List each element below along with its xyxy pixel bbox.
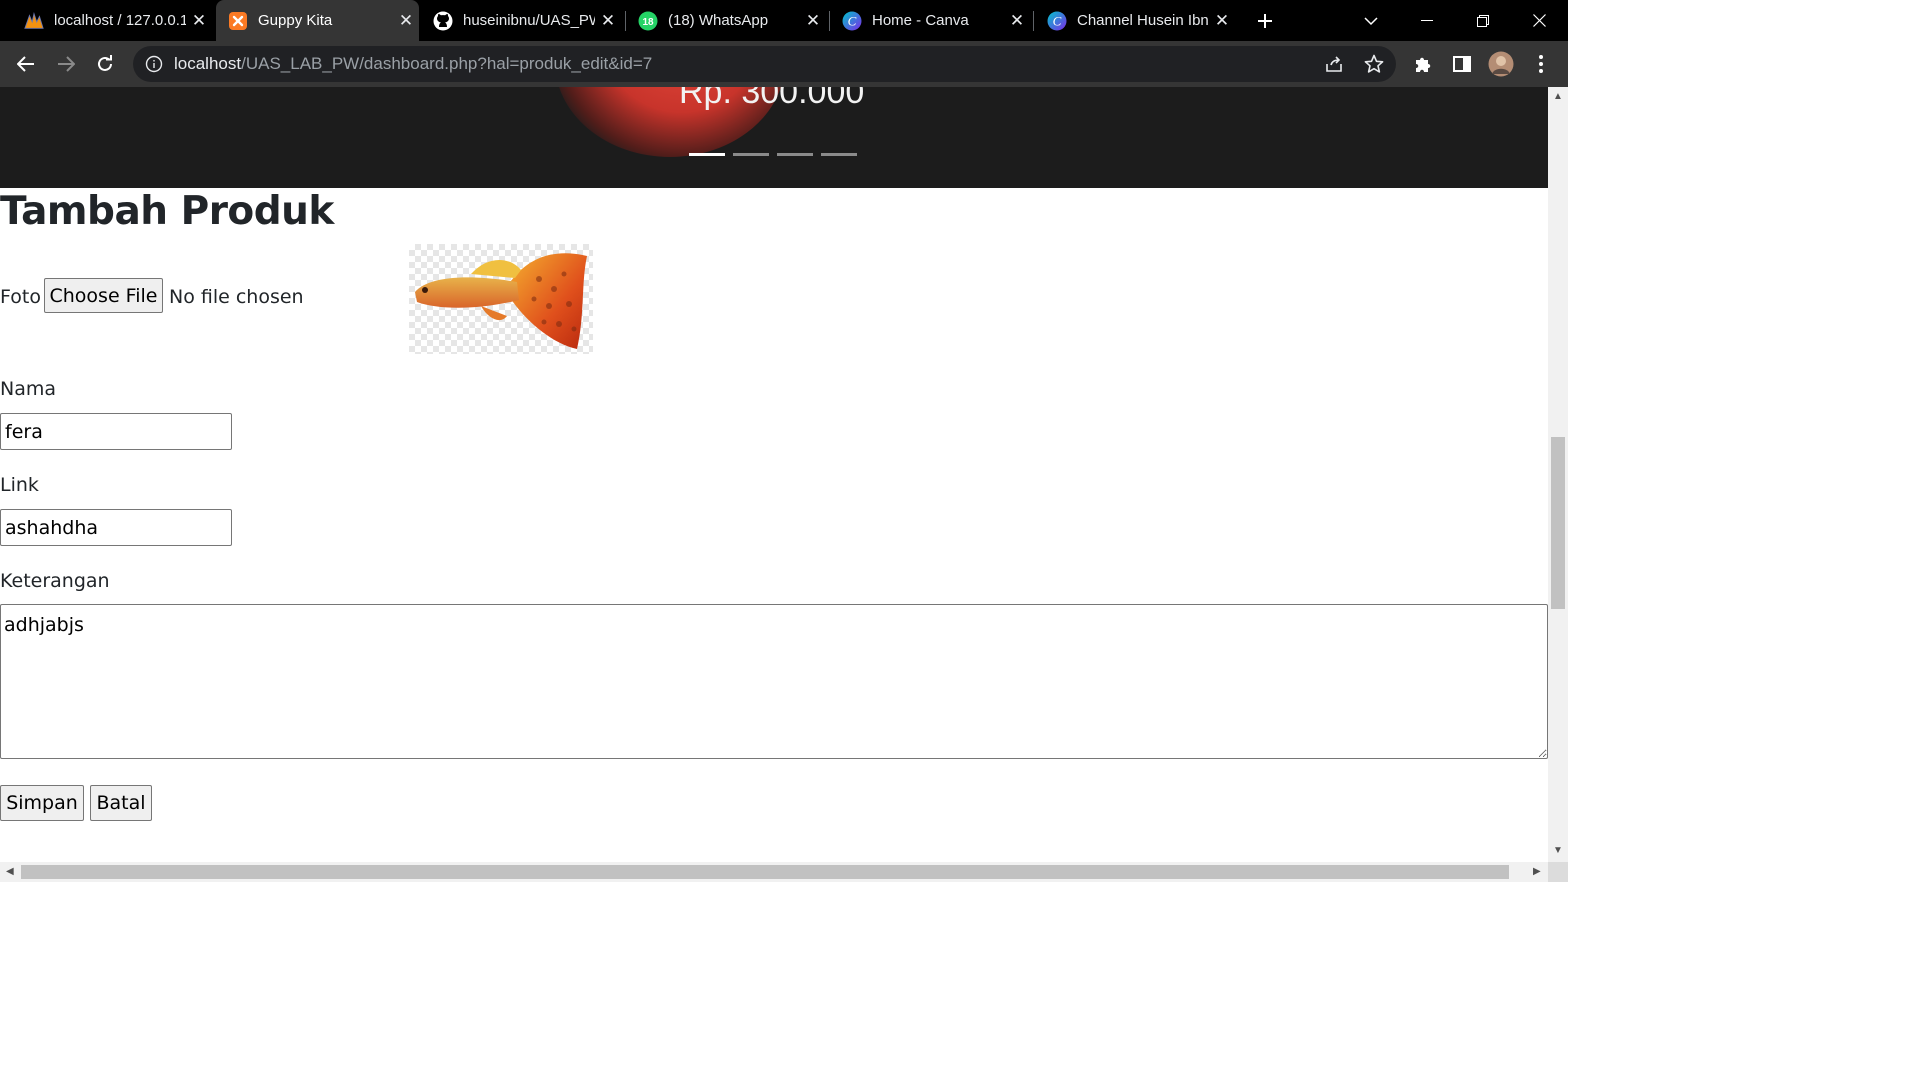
carousel-indicator-1[interactable] xyxy=(689,153,725,156)
close-icon[interactable]: ✕ xyxy=(800,11,826,31)
close-icon[interactable]: ✕ xyxy=(393,11,419,31)
canva-icon: C xyxy=(842,11,862,31)
tab-title: Guppy Kita xyxy=(258,12,333,29)
arrow-right-icon xyxy=(58,56,75,72)
svg-text:C: C xyxy=(1053,13,1062,28)
kebab-menu-icon xyxy=(1539,55,1543,73)
close-icon[interactable]: ✕ xyxy=(186,11,212,31)
keterangan-label: Keterangan xyxy=(0,570,110,592)
close-icon[interactable]: ✕ xyxy=(1004,11,1030,31)
page-title: Tambah Produk xyxy=(0,189,334,234)
carousel-indicator-4[interactable] xyxy=(821,153,857,156)
github-icon xyxy=(433,11,453,31)
extensions-button[interactable] xyxy=(1409,50,1437,78)
tab-phpmyadmin[interactable]: localhost / 127.0.0.1 ✕ xyxy=(12,0,212,41)
product-photo-preview xyxy=(409,244,593,354)
vertical-scroll-thumb[interactable] xyxy=(1551,437,1565,609)
arrow-left-icon xyxy=(17,56,34,72)
svg-text:18: 18 xyxy=(642,17,654,28)
save-button[interactable]: Simpan xyxy=(0,785,84,821)
choose-file-button[interactable]: Choose File xyxy=(44,278,163,313)
carousel-indicator-3[interactable] xyxy=(777,153,813,156)
reload-button[interactable] xyxy=(91,50,119,78)
svg-text:C: C xyxy=(848,13,857,28)
product-carousel: Rp. 300.000 xyxy=(0,87,1548,188)
chevron-down-icon xyxy=(1364,16,1378,25)
reload-icon xyxy=(98,55,112,71)
tab-github[interactable]: huseinibnu/UAS_PW ✕ xyxy=(421,0,621,41)
minimize-button[interactable] xyxy=(1404,0,1450,41)
foto-label: Foto xyxy=(0,286,41,308)
horizontal-scrollbar[interactable]: ◀ ▶ xyxy=(0,862,1548,882)
tab-canva-channel[interactable]: C Channel Husein Ibnu ✕ xyxy=(1035,0,1235,41)
horizontal-scroll-thumb[interactable] xyxy=(21,865,1509,879)
browser-toolbar: localhost/UAS_LAB_PW/dashboard.php?hal=p… xyxy=(0,41,1568,87)
forward-button[interactable] xyxy=(52,50,80,78)
share-icon[interactable] xyxy=(1324,54,1344,79)
new-tab-button[interactable] xyxy=(1252,8,1278,34)
close-icon[interactable]: ✕ xyxy=(595,11,621,31)
carousel-price: Rp. 300.000 xyxy=(679,87,865,111)
tab-search-button[interactable] xyxy=(1348,0,1394,41)
tab-title: Channel Husein Ibnu xyxy=(1077,12,1209,29)
tab-title: Home - Canva xyxy=(872,12,969,29)
side-panel-icon xyxy=(1453,56,1471,72)
cancel-button[interactable]: Batal xyxy=(90,785,152,821)
tab-canva-home[interactable]: C Home - Canva ✕ xyxy=(830,0,1030,41)
phpmyadmin-icon xyxy=(24,11,44,31)
bookmark-star-icon[interactable] xyxy=(1364,54,1384,79)
restore-button[interactable] xyxy=(1460,0,1506,41)
whatsapp-icon: 18 xyxy=(638,11,658,31)
vertical-scrollbar[interactable]: ▲ ▼ xyxy=(1548,87,1568,862)
puzzle-icon xyxy=(1416,57,1431,72)
address-bar[interactable]: localhost/UAS_LAB_PW/dashboard.php?hal=p… xyxy=(133,46,1396,82)
link-label: Link xyxy=(0,474,39,496)
close-window-button[interactable] xyxy=(1516,0,1562,41)
scroll-up-arrow[interactable]: ▲ xyxy=(1553,91,1563,102)
url-text: localhost/UAS_LAB_PW/dashboard.php?hal=p… xyxy=(174,54,653,73)
page-viewport: Rp. 300.000 Tambah Produk Foto Choose Fi… xyxy=(0,87,1548,862)
canva-icon: C xyxy=(1047,11,1067,31)
scroll-left-arrow[interactable]: ◀ xyxy=(6,866,14,877)
tab-strip: localhost / 127.0.0.1 ✕ Guppy Kita ✕ hus… xyxy=(0,0,1568,41)
back-button[interactable] xyxy=(12,50,40,78)
nama-label: Nama xyxy=(0,378,57,400)
tab-guppy-kita[interactable]: Guppy Kita ✕ xyxy=(216,0,419,41)
file-status: No file chosen xyxy=(169,286,304,308)
avatar-icon xyxy=(1488,51,1514,77)
tab-title: huseinibnu/UAS_PW xyxy=(463,12,595,29)
close-icon[interactable]: ✕ xyxy=(1209,11,1235,31)
info-icon[interactable] xyxy=(145,55,163,78)
profile-avatar[interactable] xyxy=(1487,50,1515,78)
link-input[interactable] xyxy=(0,509,232,546)
nama-input[interactable] xyxy=(0,413,232,450)
tab-separator xyxy=(1033,11,1034,31)
xampp-icon xyxy=(228,11,248,31)
tab-title: (18) WhatsApp xyxy=(668,12,769,29)
scroll-right-arrow[interactable]: ▶ xyxy=(1533,866,1541,877)
keterangan-textarea[interactable]: adhjabjs xyxy=(0,604,1548,759)
tab-whatsapp[interactable]: 18 (18) WhatsApp ✕ xyxy=(626,0,826,41)
menu-button[interactable] xyxy=(1527,50,1555,78)
tab-title: localhost / 127.0.0.1 xyxy=(54,12,186,29)
scroll-down-arrow[interactable]: ▼ xyxy=(1553,845,1563,856)
side-panel-button[interactable] xyxy=(1448,50,1476,78)
guppy-fish-image xyxy=(415,253,587,349)
carousel-indicator-2[interactable] xyxy=(733,153,769,156)
scrollbar-corner xyxy=(1548,862,1568,882)
